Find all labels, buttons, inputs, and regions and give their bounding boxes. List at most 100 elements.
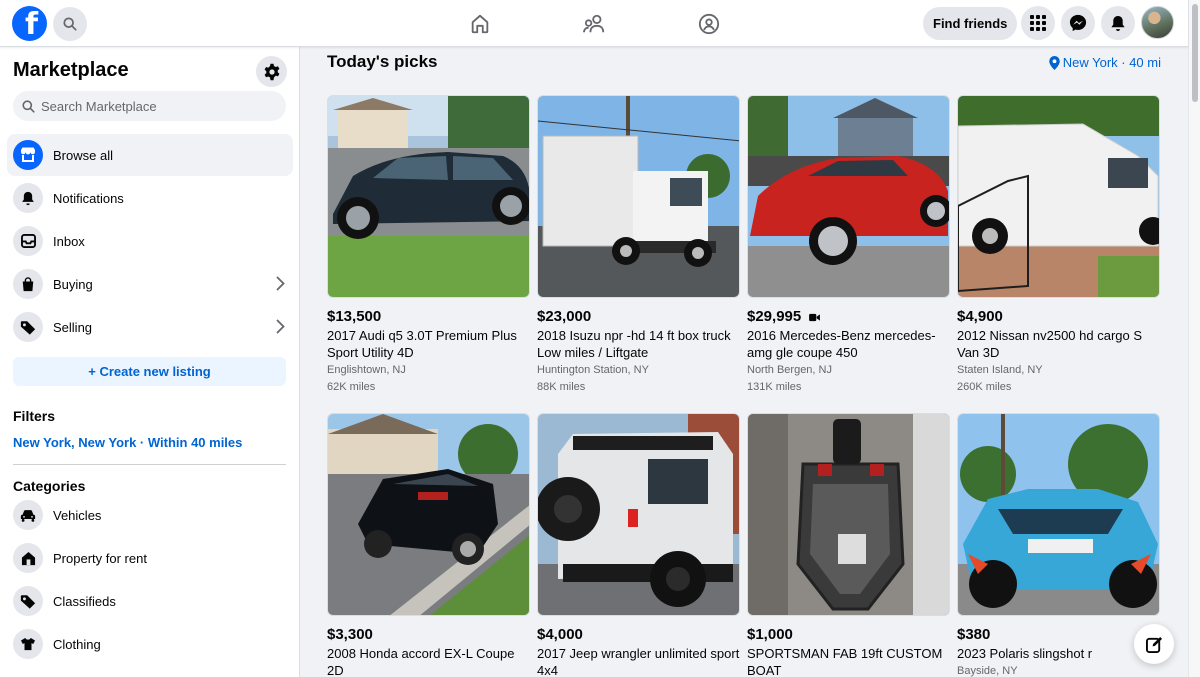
marketplace-sidebar: Marketplace Browse all Notifications Inb…: [0, 47, 300, 677]
listing-price-value: $4,000: [537, 626, 583, 643]
search-button[interactable]: [53, 7, 87, 41]
listing-card[interactable]: $380 2023 Polaris slingshot r Bayside, N…: [957, 413, 1160, 677]
groups-icon: [698, 13, 720, 35]
listing-title: 2023 Polaris slingshot r: [957, 646, 1093, 661]
chevron-right-icon: [276, 319, 285, 334]
sidebar-item-label: Browse all: [53, 147, 113, 163]
sidebar-item-selling[interactable]: Selling: [7, 306, 293, 348]
listing-title: SPORTSMAN FAB 19ft CUSTOM BOAT: [747, 646, 943, 677]
messenger-icon: [1069, 14, 1087, 32]
listing-price: $4,000: [537, 626, 740, 644]
category-property-for-rent[interactable]: Property for rent: [7, 537, 293, 579]
listing-price-value: $23,000: [537, 308, 592, 325]
search-input[interactable]: [41, 98, 271, 114]
listing-card[interactable]: $13,500 2017 Audi q5 3.0T Premium Plus S…: [327, 95, 530, 395]
listing-title: 2012 Nissan nv2500 hd cargo S Van 3D: [957, 328, 1143, 360]
listing-photo[interactable]: [327, 95, 530, 298]
listing-location: North Bergen, NJ: [747, 364, 832, 376]
listing-photo[interactable]: [327, 413, 530, 616]
listing-price: $4,900: [957, 308, 1160, 326]
sidebar-item-label: Selling: [53, 319, 93, 335]
notifications-button[interactable]: [1101, 6, 1135, 40]
gear-icon: [264, 63, 279, 80]
sidebar-item-browse-all[interactable]: Browse all: [7, 134, 293, 176]
category-label: Property for rent: [53, 550, 147, 566]
listing-title: 2017 Jeep wrangler unlimited sport 4x4: [537, 646, 740, 677]
page-scrollbar[interactable]: [1188, 0, 1200, 677]
listing-location: Huntington Station, NY: [537, 364, 649, 376]
bell-icon: [1111, 15, 1125, 31]
listing-photo[interactable]: [957, 95, 1160, 298]
shirt-icon: [13, 629, 43, 659]
listing-price-value: $3,300: [327, 626, 373, 643]
listing-card[interactable]: $29,995 2016 Mercedes-Benz mercedes-amg …: [747, 95, 950, 395]
listing-photo[interactable]: [747, 413, 950, 616]
facebook-logo[interactable]: f: [12, 6, 47, 41]
listing-photo[interactable]: [537, 413, 740, 616]
listing-location: Staten Island, NY: [957, 364, 1043, 376]
listing-price: $3,300: [327, 626, 530, 644]
sidebar-item-inbox[interactable]: Inbox: [7, 220, 293, 262]
car-icon: [13, 500, 43, 530]
menu-button[interactable]: [1021, 6, 1055, 40]
listing-mileage: 131K miles: [747, 381, 802, 393]
listing-card[interactable]: $1,000 SPORTSMAN FAB 19ft CUSTOM BOAT: [747, 413, 950, 677]
facebook-logo-letter: f: [24, 7, 39, 41]
listing-price-value: $4,900: [957, 308, 1003, 325]
tag-icon: [13, 312, 43, 342]
home-tab[interactable]: [465, 9, 495, 39]
sidebar-item-label: Notifications: [53, 190, 124, 206]
listing-title: 2008 Honda accord EX-L Coupe 2D: [327, 646, 515, 677]
sidebar-item-label: Inbox: [53, 233, 85, 249]
category-label: Clothing: [53, 636, 101, 652]
friends-tab[interactable]: [580, 9, 610, 39]
location-filter-link[interactable]: New York, New York · Within 40 miles: [13, 435, 242, 450]
account-avatar[interactable]: [1141, 6, 1174, 39]
sidebar-divider: [13, 464, 286, 465]
find-friends-button[interactable]: Find friends: [923, 7, 1018, 40]
category-vehicles[interactable]: Vehicles: [7, 494, 293, 536]
groups-tab[interactable]: [694, 9, 724, 39]
category-classifieds[interactable]: Classifieds: [7, 580, 293, 622]
listing-price: $13,500: [327, 308, 530, 326]
create-new-listing-button[interactable]: + Create new listing: [13, 357, 286, 386]
listing-card[interactable]: $3,300 2008 Honda accord EX-L Coupe 2D: [327, 413, 530, 677]
storefront-icon: [13, 140, 43, 170]
search-icon: [22, 99, 35, 113]
categories-heading: Categories: [13, 478, 86, 494]
listing-card[interactable]: $23,000 2018 Isuzu npr -hd 14 ft box tru…: [537, 95, 740, 395]
new-message-button[interactable]: [1134, 624, 1174, 664]
listing-price-value: $1,000: [747, 626, 793, 643]
listing-card[interactable]: $4,000 2017 Jeep wrangler unlimited spor…: [537, 413, 740, 677]
listing-mileage: 88K miles: [537, 381, 586, 393]
listing-photo[interactable]: [747, 95, 950, 298]
top-navigation-bar: f Find friends: [0, 0, 1188, 47]
tag-icon: [13, 586, 43, 616]
chevron-right-icon: [276, 276, 285, 291]
sidebar-item-notifications[interactable]: Notifications: [7, 177, 293, 219]
friends-icon: [583, 14, 605, 33]
listing-photo[interactable]: [537, 95, 740, 298]
listing-photo[interactable]: [957, 413, 1160, 616]
listing-card[interactable]: $4,900 2012 Nissan nv2500 hd cargo S Van…: [957, 95, 1160, 395]
bell-icon: [13, 183, 43, 213]
scrollbar-thumb[interactable]: [1192, 4, 1198, 102]
marketplace-search[interactable]: [13, 91, 286, 121]
page-title: Today's picks: [327, 52, 438, 71]
category-clothing[interactable]: Clothing: [7, 623, 293, 665]
sidebar-item-label: Buying: [53, 276, 93, 292]
house-icon: [13, 543, 43, 573]
sidebar-item-buying[interactable]: Buying: [7, 263, 293, 305]
listing-price: $380: [957, 626, 1160, 644]
listing-mileage: 62K miles: [327, 381, 376, 393]
listing-price: $23,000: [537, 308, 740, 326]
location-pin-icon: [1048, 55, 1060, 70]
sidebar-title: Marketplace: [13, 59, 129, 81]
settings-button[interactable]: [256, 56, 287, 87]
listing-price-value: $29,995: [747, 308, 802, 325]
video-camera-icon: [809, 313, 821, 321]
location-selector[interactable]: New York · 40 mi: [1048, 55, 1161, 70]
messenger-button[interactable]: [1061, 6, 1095, 40]
listing-title: 2017 Audi q5 3.0T Premium Plus Sport Uti…: [327, 328, 517, 360]
listing-mileage: 260K miles: [957, 381, 1012, 393]
